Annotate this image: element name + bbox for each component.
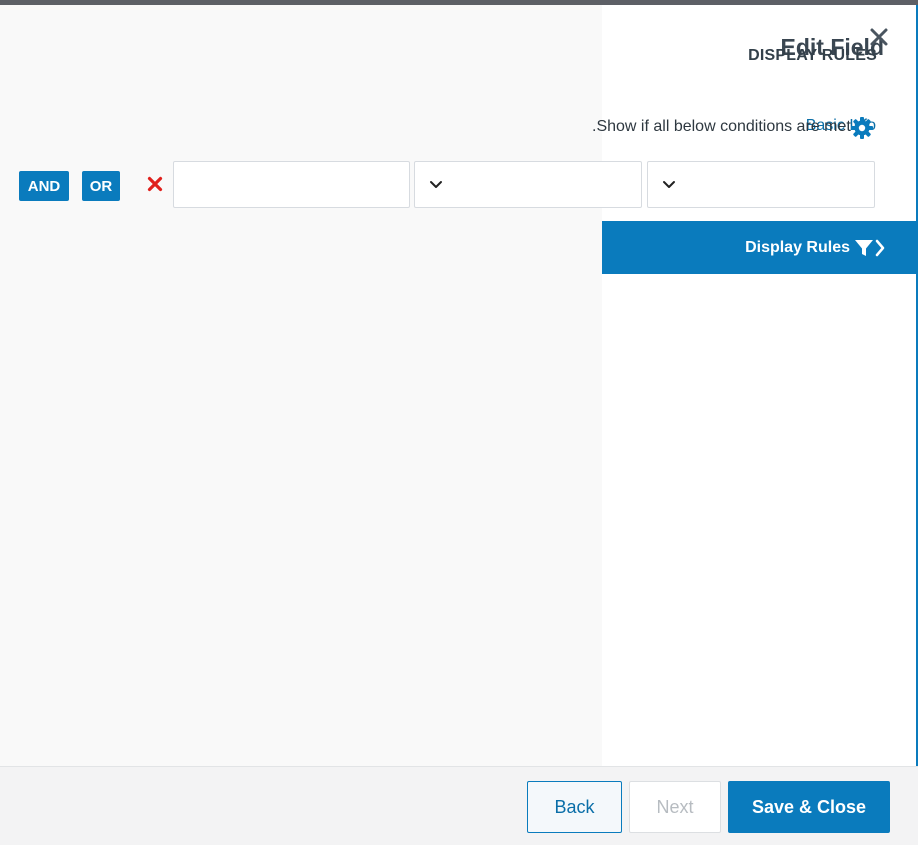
section-caption: DISPLAY RULES — [748, 47, 877, 64]
next-button[interactable]: Next — [629, 781, 721, 833]
remove-condition-button[interactable] — [144, 173, 166, 195]
remove-x-icon — [147, 176, 163, 192]
chevron-down-icon — [663, 180, 675, 188]
chevron-down-icon — [430, 180, 442, 188]
rules-canvas — [0, 5, 602, 766]
basic-info-settings-button[interactable] — [850, 116, 874, 140]
close-icon — [870, 28, 888, 46]
condition-value-field[interactable] — [173, 161, 410, 208]
close-button[interactable] — [866, 24, 892, 50]
tab-display-rules[interactable]: Display Rules — [602, 221, 916, 274]
condition-operator-select[interactable] — [414, 161, 642, 208]
save-close-button[interactable]: Save & Close — [728, 781, 890, 833]
and-button[interactable]: AND — [19, 171, 69, 201]
chevron-right-icon — [875, 239, 885, 256]
or-button[interactable]: OR — [82, 171, 120, 201]
filter-icon — [855, 239, 873, 256]
rules-description: .Show if all below conditions are met — [592, 118, 851, 135]
gear-icon — [851, 117, 873, 139]
condition-field-select[interactable] — [647, 161, 875, 208]
back-button[interactable]: Back — [527, 781, 622, 833]
condition-value-input[interactable] — [174, 162, 409, 207]
footer-bar: Back Next Save & Close — [0, 766, 918, 845]
tab-display-rules-label: Display Rules — [745, 238, 850, 256]
